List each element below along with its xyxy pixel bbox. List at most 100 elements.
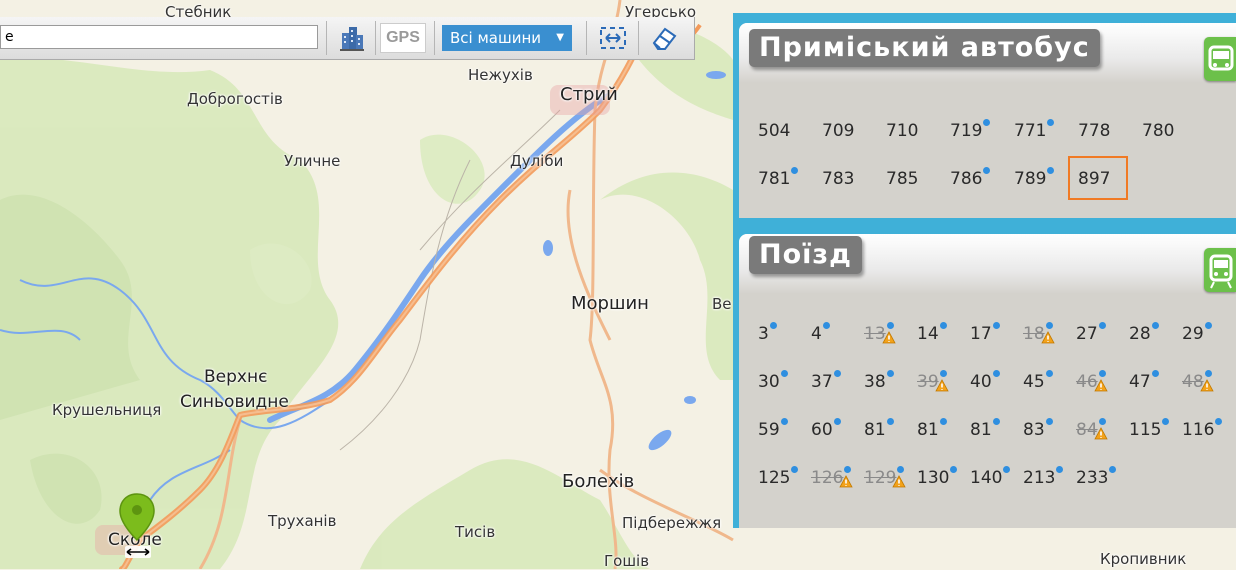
warning-icon [934,379,949,392]
route-item[interactable]: 4 [811,324,822,344]
active-dot-icon [1045,322,1053,329]
route-item[interactable]: 115 [1129,420,1161,440]
active-dot-icon [1047,167,1055,174]
route-item[interactable]: 140 [970,468,1002,488]
route-number: 17 [970,324,992,344]
place-label: Стрий [560,84,618,105]
route-item[interactable]: 38 [864,372,886,392]
active-dot-icon [992,418,1000,425]
place-label: Болехів [562,471,635,492]
route-number: 125 [758,468,791,488]
place-label: Кропивник [1100,550,1187,568]
place-label: Крушельниця [52,401,162,419]
route-item[interactable]: 709 [822,121,854,141]
route-number: 47 [1129,372,1151,392]
route-number: 40 [970,372,992,392]
route-item[interactable]: 3 [758,324,769,344]
route-number: 213 [1023,468,1056,488]
route-number: 719 [950,121,983,141]
active-dot-icon [1056,466,1064,473]
active-dot-icon [1204,322,1212,329]
route-item[interactable]: 785 [886,169,918,189]
route-item[interactable]: 81 [970,420,992,440]
map-pin-icon[interactable] [117,492,157,562]
active-dot-icon [939,370,947,377]
route-item[interactable]: 81 [917,420,939,440]
route-item[interactable]: 780 [1142,121,1174,141]
route-item[interactable]: 14 [917,324,939,344]
active-dot-icon [1047,119,1055,126]
train-icon [1204,248,1236,292]
warning-icon [1093,379,1108,392]
active-dot-icon [833,370,841,377]
place-label: Уличне [284,152,341,170]
route-item[interactable]: 781 [758,169,790,189]
route-item[interactable]: 83 [1023,420,1045,440]
vehicles-dropdown[interactable]: Всі машини ▼ [442,25,572,51]
search-input[interactable] [0,25,318,49]
route-item[interactable]: 45 [1023,372,1045,392]
route-item[interactable]: 719 [950,121,982,141]
route-item[interactable]: 710 [886,121,918,141]
active-dot-icon [992,322,1000,329]
route-number: 60 [811,420,833,440]
route-item[interactable]: 28 [1129,324,1151,344]
route-number: 81 [864,420,886,440]
route-item[interactable]: 30 [758,372,780,392]
active-dot-icon [1098,322,1106,329]
route-item[interactable]: 17 [970,324,992,344]
route-number: 27 [1076,324,1098,344]
active-dot-icon [950,466,958,473]
active-dot-icon [983,167,991,174]
route-item[interactable]: 47 [1129,372,1151,392]
eraser-icon[interactable] [650,23,678,53]
route-number: 81 [917,420,939,440]
selected-route-outline [1068,156,1128,200]
route-item[interactable]: 116 [1182,420,1214,440]
route-number: 30 [758,372,780,392]
route-number: 785 [886,169,919,189]
route-number: 233 [1076,468,1109,488]
route-item[interactable]: 60 [811,420,833,440]
route-item[interactable]: 213 [1023,468,1055,488]
route-item[interactable]: 59 [758,420,780,440]
route-item[interactable]: 789 [1014,169,1046,189]
route-item[interactable]: 37 [811,372,833,392]
route-item[interactable]: 40 [970,372,992,392]
active-dot-icon [780,370,788,377]
route-item[interactable]: 27 [1076,324,1098,344]
active-dot-icon [1204,370,1212,377]
gps-button[interactable]: GPS [380,23,426,53]
route-item[interactable]: 783 [822,169,854,189]
place-label: Труханів [268,512,337,530]
route-number: 786 [950,169,983,189]
buildings-icon[interactable] [338,23,366,53]
route-item[interactable]: 130 [917,468,949,488]
route-item[interactable]: 29 [1182,324,1204,344]
map-toolbar: GPS Всі машини ▼ [0,17,695,60]
route-item[interactable]: 786 [950,169,982,189]
route-item[interactable]: 233 [1076,468,1108,488]
active-dot-icon [1045,370,1053,377]
route-item[interactable]: 771 [1014,121,1046,141]
place-label: Дуліби [510,152,564,170]
active-dot-icon [1098,370,1106,377]
route-item[interactable]: 504 [758,121,790,141]
vehicles-dropdown-label: Всі машини [450,29,542,47]
active-dot-icon [1215,418,1223,425]
active-dot-icon [897,466,905,473]
active-dot-icon [983,119,991,126]
route-item[interactable]: 81 [864,420,886,440]
active-dot-icon [769,322,777,329]
route-number: 140 [970,468,1003,488]
route-item[interactable]: 125 [758,468,790,488]
toolbar-divider [375,21,376,55]
active-dot-icon [791,466,799,473]
panel-title: Приміський автобус [749,29,1100,67]
fit-bounds-icon[interactable] [598,23,628,53]
active-dot-icon [886,370,894,377]
active-dot-icon [844,466,852,473]
warning-icon [1199,379,1214,392]
place-label: Ве [712,295,732,313]
route-item[interactable]: 778 [1078,121,1110,141]
